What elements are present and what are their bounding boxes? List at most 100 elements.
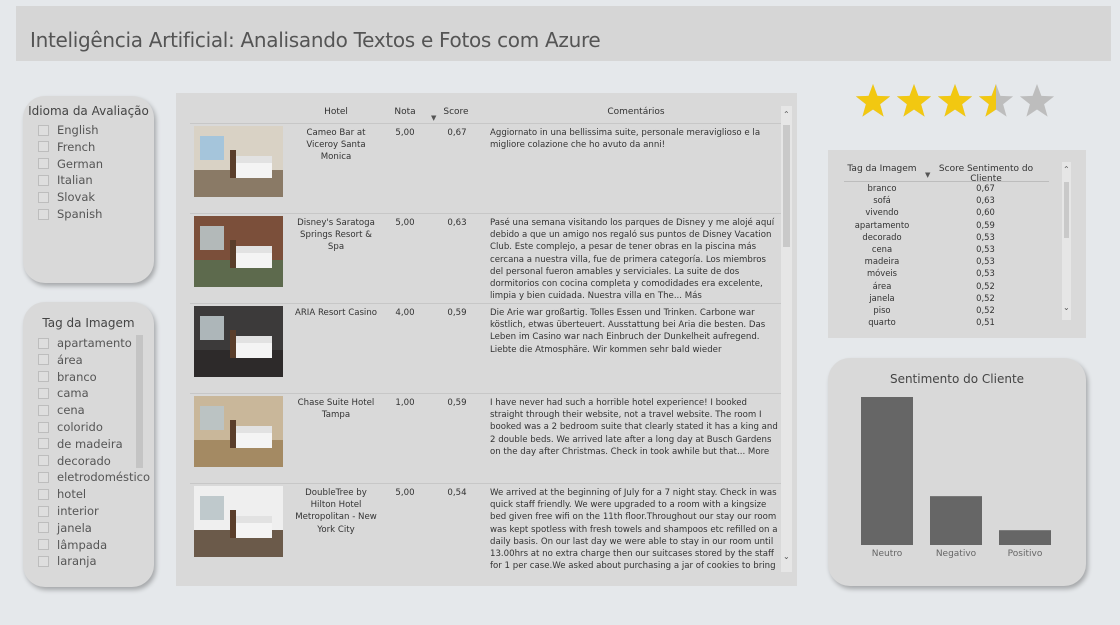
slicer-item[interactable]: hotel <box>38 487 86 501</box>
column-header-comments[interactable]: Comentários <box>576 107 696 117</box>
hotel-name: Disney's Saratoga Springs Resort & Spa <box>297 218 375 253</box>
slicer-item-label: Slovak <box>57 190 96 205</box>
star-filled-icon <box>937 84 973 117</box>
slicer-item-label: cama <box>57 386 89 401</box>
slicer-item[interactable]: Spanish <box>38 207 102 221</box>
hotel-name: ARIA Resort Casino <box>294 308 378 318</box>
scroll-up-icon[interactable]: ⌃ <box>1063 165 1070 174</box>
slicer-item[interactable]: lâmpada <box>38 538 107 552</box>
column-header-nota[interactable]: Nota <box>388 107 422 117</box>
table-row[interactable]: Disney's Saratoga Springs Resort & Spa 5,… <box>190 213 782 304</box>
table-row[interactable]: Chase Suite Hotel Tampa 1,00 0,59 I have ne… <box>190 393 782 484</box>
slicer-item[interactable]: Slovak <box>38 190 95 204</box>
slicer-item[interactable]: French <box>38 140 95 154</box>
slicer-item[interactable]: decorado <box>38 454 111 468</box>
checkbox[interactable] <box>38 404 49 416</box>
column-header-tag[interactable]: Tag da Imagem <box>844 164 920 174</box>
checkbox[interactable] <box>38 505 49 517</box>
slicer-item[interactable]: área <box>38 353 83 367</box>
column-header-score[interactable]: Score <box>440 107 472 117</box>
hotel-room-photo <box>194 396 283 467</box>
tag-name: quarto <box>868 317 896 328</box>
slicer-item[interactable]: interior <box>38 504 99 518</box>
sentiment-score: 0,59 <box>447 308 467 318</box>
slicer-item[interactable]: German <box>38 157 103 171</box>
checkbox[interactable] <box>38 174 49 186</box>
tag-name: janela <box>869 292 895 303</box>
column-header-hotel[interactable]: Hotel <box>306 107 366 117</box>
language-slicer-title: Idioma da Avaliação <box>28 104 149 118</box>
checkbox[interactable] <box>38 371 49 383</box>
review-comment: Aggiornato in una bellissima suite, pers… <box>490 128 761 151</box>
sentiment-chart-card: Sentimento do Cliente Neutro Negativo Posi… <box>828 358 1086 586</box>
checkbox[interactable] <box>38 337 49 349</box>
checkbox[interactable] <box>38 488 49 500</box>
checkbox[interactable] <box>38 124 49 136</box>
sentiment-score: 0,67 <box>447 128 467 138</box>
scroll-down-icon[interactable]: ⌄ <box>1063 303 1070 312</box>
tag-slicer-scrollbar[interactable] <box>136 335 143 468</box>
checkbox[interactable] <box>38 208 49 220</box>
bar-positivo[interactable] <box>999 530 1051 545</box>
checkbox[interactable] <box>38 555 49 567</box>
slicer-item[interactable]: de madeira <box>38 437 123 451</box>
sort-desc-icon[interactable]: ▼ <box>925 171 930 179</box>
slicer-item-label: German <box>57 156 104 171</box>
tag-name: vivendo <box>865 207 899 218</box>
tag-slicer-title: Tag da Imagem <box>42 316 135 330</box>
checkbox[interactable] <box>38 438 49 450</box>
checkbox[interactable] <box>38 191 49 203</box>
checkbox[interactable] <box>38 471 49 483</box>
reviews-scroll-thumb[interactable] <box>783 125 790 247</box>
slicer-item[interactable]: branco <box>38 370 97 384</box>
checkbox[interactable] <box>38 141 49 153</box>
slicer-item-label: decorado <box>57 453 111 468</box>
review-comment: Die Arie war großartig. Tolles Essen und… <box>490 308 766 355</box>
slicer-item[interactable]: cama <box>38 386 89 400</box>
slicer-item-label: apartamento <box>57 336 132 350</box>
hotel-room-photo <box>194 486 283 557</box>
slicer-item[interactable]: cena <box>38 403 85 417</box>
slicer-item[interactable]: janela <box>38 521 92 535</box>
checkbox[interactable] <box>38 354 49 366</box>
checkbox[interactable] <box>38 455 49 467</box>
tag-table-scroll-thumb[interactable] <box>1064 182 1069 238</box>
bar-neutro[interactable] <box>861 397 913 545</box>
checkbox[interactable] <box>38 522 49 534</box>
x-tick-label: Positivo <box>1007 549 1043 559</box>
slicer-item[interactable]: laranja <box>38 554 97 568</box>
table-row[interactable]: Cameo Bar at Viceroy Santa Monica 5,00 0,6… <box>190 123 782 214</box>
room-photo-graphic <box>194 486 283 557</box>
hotel-name: Chase Suite Hotel Tampa <box>297 398 375 421</box>
slicer-item[interactable]: English <box>38 123 99 137</box>
sentiment-score: 0,63 <box>447 218 467 228</box>
room-photo-graphic <box>194 396 283 467</box>
star-filled-icon <box>896 84 932 117</box>
slicer-item-label: hotel <box>57 487 87 502</box>
slicer-item[interactable]: apartamento <box>38 336 132 350</box>
tag-score-table: Tag da Imagem Score Sentimento do Client… <box>828 150 1086 338</box>
slicer-item-label: colorido <box>57 420 103 434</box>
slicer-item[interactable]: colorido <box>38 420 103 434</box>
slicer-item[interactable]: eletrodoméstico <box>38 470 150 484</box>
slicer-item-label: cena <box>57 403 85 418</box>
tag-sentiment-score: 0,63 <box>976 195 995 206</box>
scroll-up-icon[interactable]: ⌃ <box>783 110 790 119</box>
checkbox[interactable] <box>38 421 49 433</box>
slicer-item[interactable]: Italian <box>38 173 93 187</box>
page-title: Inteligência Artificial: Analisando Text… <box>30 28 601 52</box>
scroll-down-icon[interactable]: ⌄ <box>783 552 790 561</box>
sort-desc-icon[interactable]: ▼ <box>431 114 436 122</box>
checkbox[interactable] <box>38 539 49 551</box>
checkbox[interactable] <box>38 387 49 399</box>
tag-name: apartamento <box>854 219 910 230</box>
rating-value: 4,00 <box>395 308 415 318</box>
tag-name: piso <box>873 305 891 315</box>
table-row[interactable]: DoubleTree by Hilton Hotel Metropolitan … <box>190 483 782 574</box>
bar-negativo[interactable] <box>930 496 982 545</box>
star-icon <box>1019 84 1055 117</box>
table-row[interactable]: ARIA Resort Casino 4,00 0,59 Die Arie war g… <box>190 303 782 394</box>
checkbox[interactable] <box>38 158 49 170</box>
tag-name: móveis <box>866 268 898 279</box>
rating-value: 5,00 <box>395 218 415 228</box>
